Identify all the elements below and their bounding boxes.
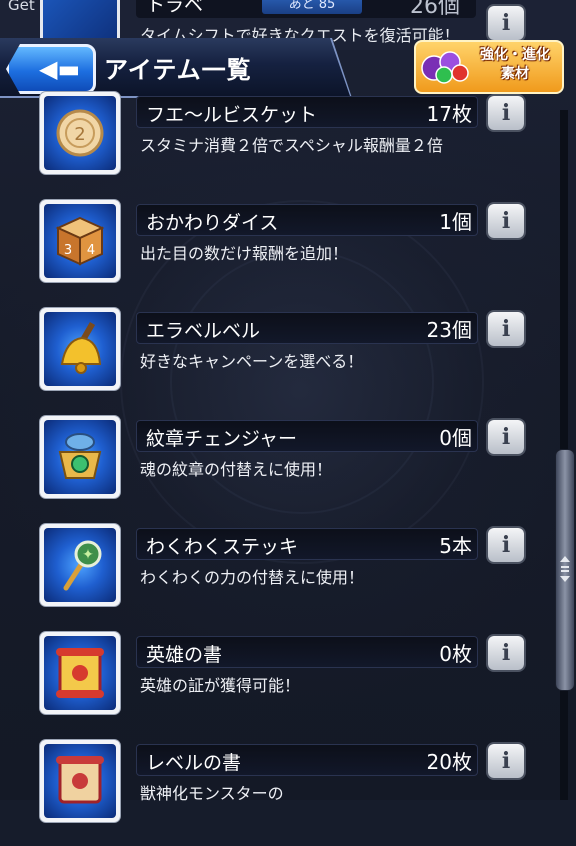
info-icon: i xyxy=(501,748,511,774)
item-icon-frame xyxy=(40,740,120,822)
list-item[interactable]: レベルの書 20枚 獣神化モンスターの i xyxy=(0,738,576,846)
list-item[interactable]: エラベルベル 23個 好きなキャンペーンを選べる！ i xyxy=(0,306,576,414)
list-item[interactable]: 英雄の書 0枚 英雄の証が獲得可能！ i xyxy=(0,630,576,738)
evolution-materials-label: 強化・進化 素材 xyxy=(480,47,550,82)
item-count: 0個 xyxy=(439,426,472,450)
info-icon: i xyxy=(501,208,511,234)
item-info-button[interactable]: i xyxy=(488,636,524,670)
svg-text:3: 3 xyxy=(64,243,72,258)
item-icon-frame: ✦ xyxy=(40,524,120,606)
item-icon-frame: 2 xyxy=(40,92,120,174)
item-name: おかわりダイス xyxy=(146,212,279,234)
item-info-button[interactable]: i xyxy=(488,204,524,238)
level-scroll-icon xyxy=(56,756,104,804)
item-info-button[interactable]: i xyxy=(488,96,524,130)
svg-text:✦: ✦ xyxy=(82,547,94,563)
item-description: 好きなキャンペーンを選べる！ xyxy=(140,352,364,371)
info-icon: i xyxy=(501,100,511,126)
item-info-button[interactable]: i xyxy=(488,312,524,346)
svg-text:4: 4 xyxy=(87,243,95,258)
page-title: アイテム一覧 xyxy=(104,56,252,84)
previous-item-count: 26個 xyxy=(410,0,460,19)
item-name: 紋章チェンジャー xyxy=(146,428,298,450)
item-icon-frame xyxy=(40,632,120,714)
info-icon: i xyxy=(501,640,511,666)
item-count: 0枚 xyxy=(439,642,472,666)
item-count: 17枚 xyxy=(426,102,472,126)
info-icon: i xyxy=(501,424,511,450)
item-count: 5本 xyxy=(439,534,472,558)
previous-item-info-button[interactable]: i xyxy=(488,6,524,40)
material-orbs-icon xyxy=(421,51,469,84)
svg-text:2: 2 xyxy=(74,124,85,145)
item-description: 出た目の数だけ報酬を追加！ xyxy=(140,244,349,263)
info-icon: i xyxy=(501,316,511,342)
item-count: 23個 xyxy=(426,318,472,342)
previous-item-name: トラベ xyxy=(146,0,204,16)
item-description: 獣神化モンスターの xyxy=(140,784,284,803)
item-name: レベルの書 xyxy=(146,752,242,774)
item-count: 20枚 xyxy=(426,750,472,774)
item-icon-frame: 3 4 xyxy=(40,200,120,282)
get-label: Get xyxy=(8,0,35,14)
dice-icon: 3 4 xyxy=(55,216,105,266)
item-name: 英雄の書 xyxy=(146,644,223,666)
item-name: エラベルベル xyxy=(146,320,261,342)
hero-scroll-icon xyxy=(56,648,104,698)
item-info-button[interactable]: i xyxy=(488,744,524,778)
item-description: わくわくの力の付替えに使用！ xyxy=(140,568,365,587)
info-icon: i xyxy=(501,10,511,36)
item-name: わくわくステッキ xyxy=(146,536,299,558)
previous-item-remaining: あと 85 xyxy=(262,0,362,14)
scrollbar-thumb[interactable] xyxy=(556,450,574,690)
item-info-button[interactable]: i xyxy=(488,420,524,454)
grip-icon xyxy=(560,556,570,582)
bell-icon xyxy=(60,321,102,374)
info-icon: i xyxy=(501,532,511,558)
emblem-changer-icon xyxy=(58,433,102,479)
item-description: 英雄の証が獲得可能！ xyxy=(140,676,301,695)
list-item[interactable]: 2 フエ〜ルビスケット 17枚 スタミナ消費２倍でスペシャル報酬量２倍 i xyxy=(0,90,576,198)
list-item[interactable]: 紋章チェンジャー 0個 魂の紋章の付替えに使用！ i xyxy=(0,414,576,522)
item-info-button[interactable]: i xyxy=(488,528,524,562)
header: ◀▬ アイテム一覧 強化・進化 素材 xyxy=(0,38,576,98)
biscuit-icon: 2 xyxy=(56,109,104,157)
list-item[interactable]: 3 4 おかわりダイス 1個 出た目の数だけ報酬を追加！ i xyxy=(0,198,576,306)
list-item[interactable]: ✦ わくわくステッキ 5本 わくわくの力の付替えに使用！ i xyxy=(0,522,576,630)
item-count: 1個 xyxy=(439,210,472,234)
evolution-materials-button[interactable]: 強化・進化 素材 xyxy=(414,40,564,94)
item-icon-frame xyxy=(40,308,120,390)
item-name: フエ〜ルビスケット xyxy=(146,104,318,126)
item-description: スタミナ消費２倍でスペシャル報酬量２倍 xyxy=(140,136,443,155)
wand-icon: ✦ xyxy=(63,540,102,591)
item-icon-frame xyxy=(40,416,120,498)
item-description: 魂の紋章の付替えに使用！ xyxy=(140,460,333,479)
left-arrow-icon: ◀▬ xyxy=(39,55,81,83)
back-button[interactable]: ◀▬ xyxy=(6,44,96,94)
